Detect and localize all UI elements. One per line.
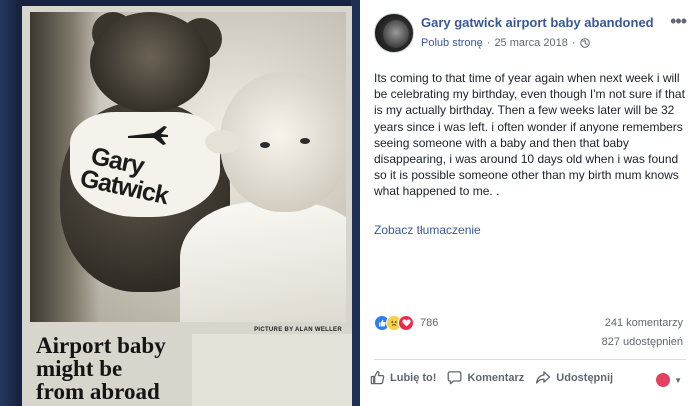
reaction-profile-switcher[interactable]: ▼ [656, 373, 682, 387]
airplane-icon [128, 126, 168, 145]
reactions-count: 786 [420, 317, 439, 329]
post-actions: Lubię to! Komentarz Udostępnij [370, 370, 613, 385]
more-dots-icon[interactable]: ••• [670, 11, 687, 32]
caret-down-icon: ▼ [674, 375, 682, 385]
like-button-label: Lubię to! [390, 371, 437, 384]
teddy-bear-head [90, 12, 210, 112]
like-button[interactable]: Lubię to! [370, 370, 436, 385]
thumbs-up-icon [370, 370, 385, 385]
meta-separator: · [486, 37, 491, 49]
clipping-blank-area [192, 334, 352, 406]
photo-background-edge [0, 0, 16, 406]
clipping-photo: Gary Gatwick [30, 12, 346, 322]
baby-blanket [180, 202, 346, 322]
meta-separator: · [571, 37, 576, 49]
post-panel: Gary gatwick airport baby abandoned ••• … [360, 0, 700, 406]
profile-avatar [656, 373, 671, 387]
post-text: Its coming to that time of year again wh… [374, 71, 689, 199]
post-photo[interactable]: Gary Gatwick PICTURE BY ALAN WELLER Airp… [0, 0, 360, 406]
shares-count-link[interactable]: 827 udostępnień [602, 336, 683, 348]
comment-button-label: Komentarz [467, 371, 525, 384]
post-meta: Polub stronę · 25 marca 2018 · [421, 37, 590, 49]
reactions-summary[interactable]: 786 [374, 315, 438, 331]
like-page-link[interactable]: Polub stronę [421, 37, 483, 49]
headline-line: Airport baby [36, 333, 166, 358]
photo-credit: PICTURE BY ALAN WELLER [254, 327, 342, 333]
headline-line: might be [36, 356, 123, 381]
divider [374, 359, 686, 360]
headline-line: from abroad [36, 379, 160, 404]
clipping-headline: Airport baby might be from abroad [36, 334, 186, 403]
avatar-image [383, 20, 409, 48]
page-name-link[interactable]: Gary gatwick airport baby abandoned [421, 15, 654, 30]
comments-count-link[interactable]: 241 komentarzy [605, 317, 683, 329]
post-date[interactable]: 25 marca 2018 [494, 37, 567, 49]
baby-eye [260, 142, 270, 148]
share-button-label: Udostępnij [556, 371, 614, 384]
comment-button[interactable]: Komentarz [447, 370, 524, 385]
love-icon [398, 315, 414, 331]
baby-eye [300, 138, 310, 144]
see-translation-link[interactable]: Zobacz tłumaczenie [374, 223, 481, 237]
page-avatar[interactable] [374, 13, 414, 53]
share-icon [536, 371, 551, 384]
globe-icon [579, 38, 590, 48]
newspaper-clipping: Gary Gatwick PICTURE BY ALAN WELLER Airp… [22, 6, 352, 406]
share-button[interactable]: Udostępnij [535, 370, 613, 385]
comment-icon [448, 371, 462, 385]
baby-hand [205, 130, 241, 154]
photo-background-edge [351, 0, 360, 406]
